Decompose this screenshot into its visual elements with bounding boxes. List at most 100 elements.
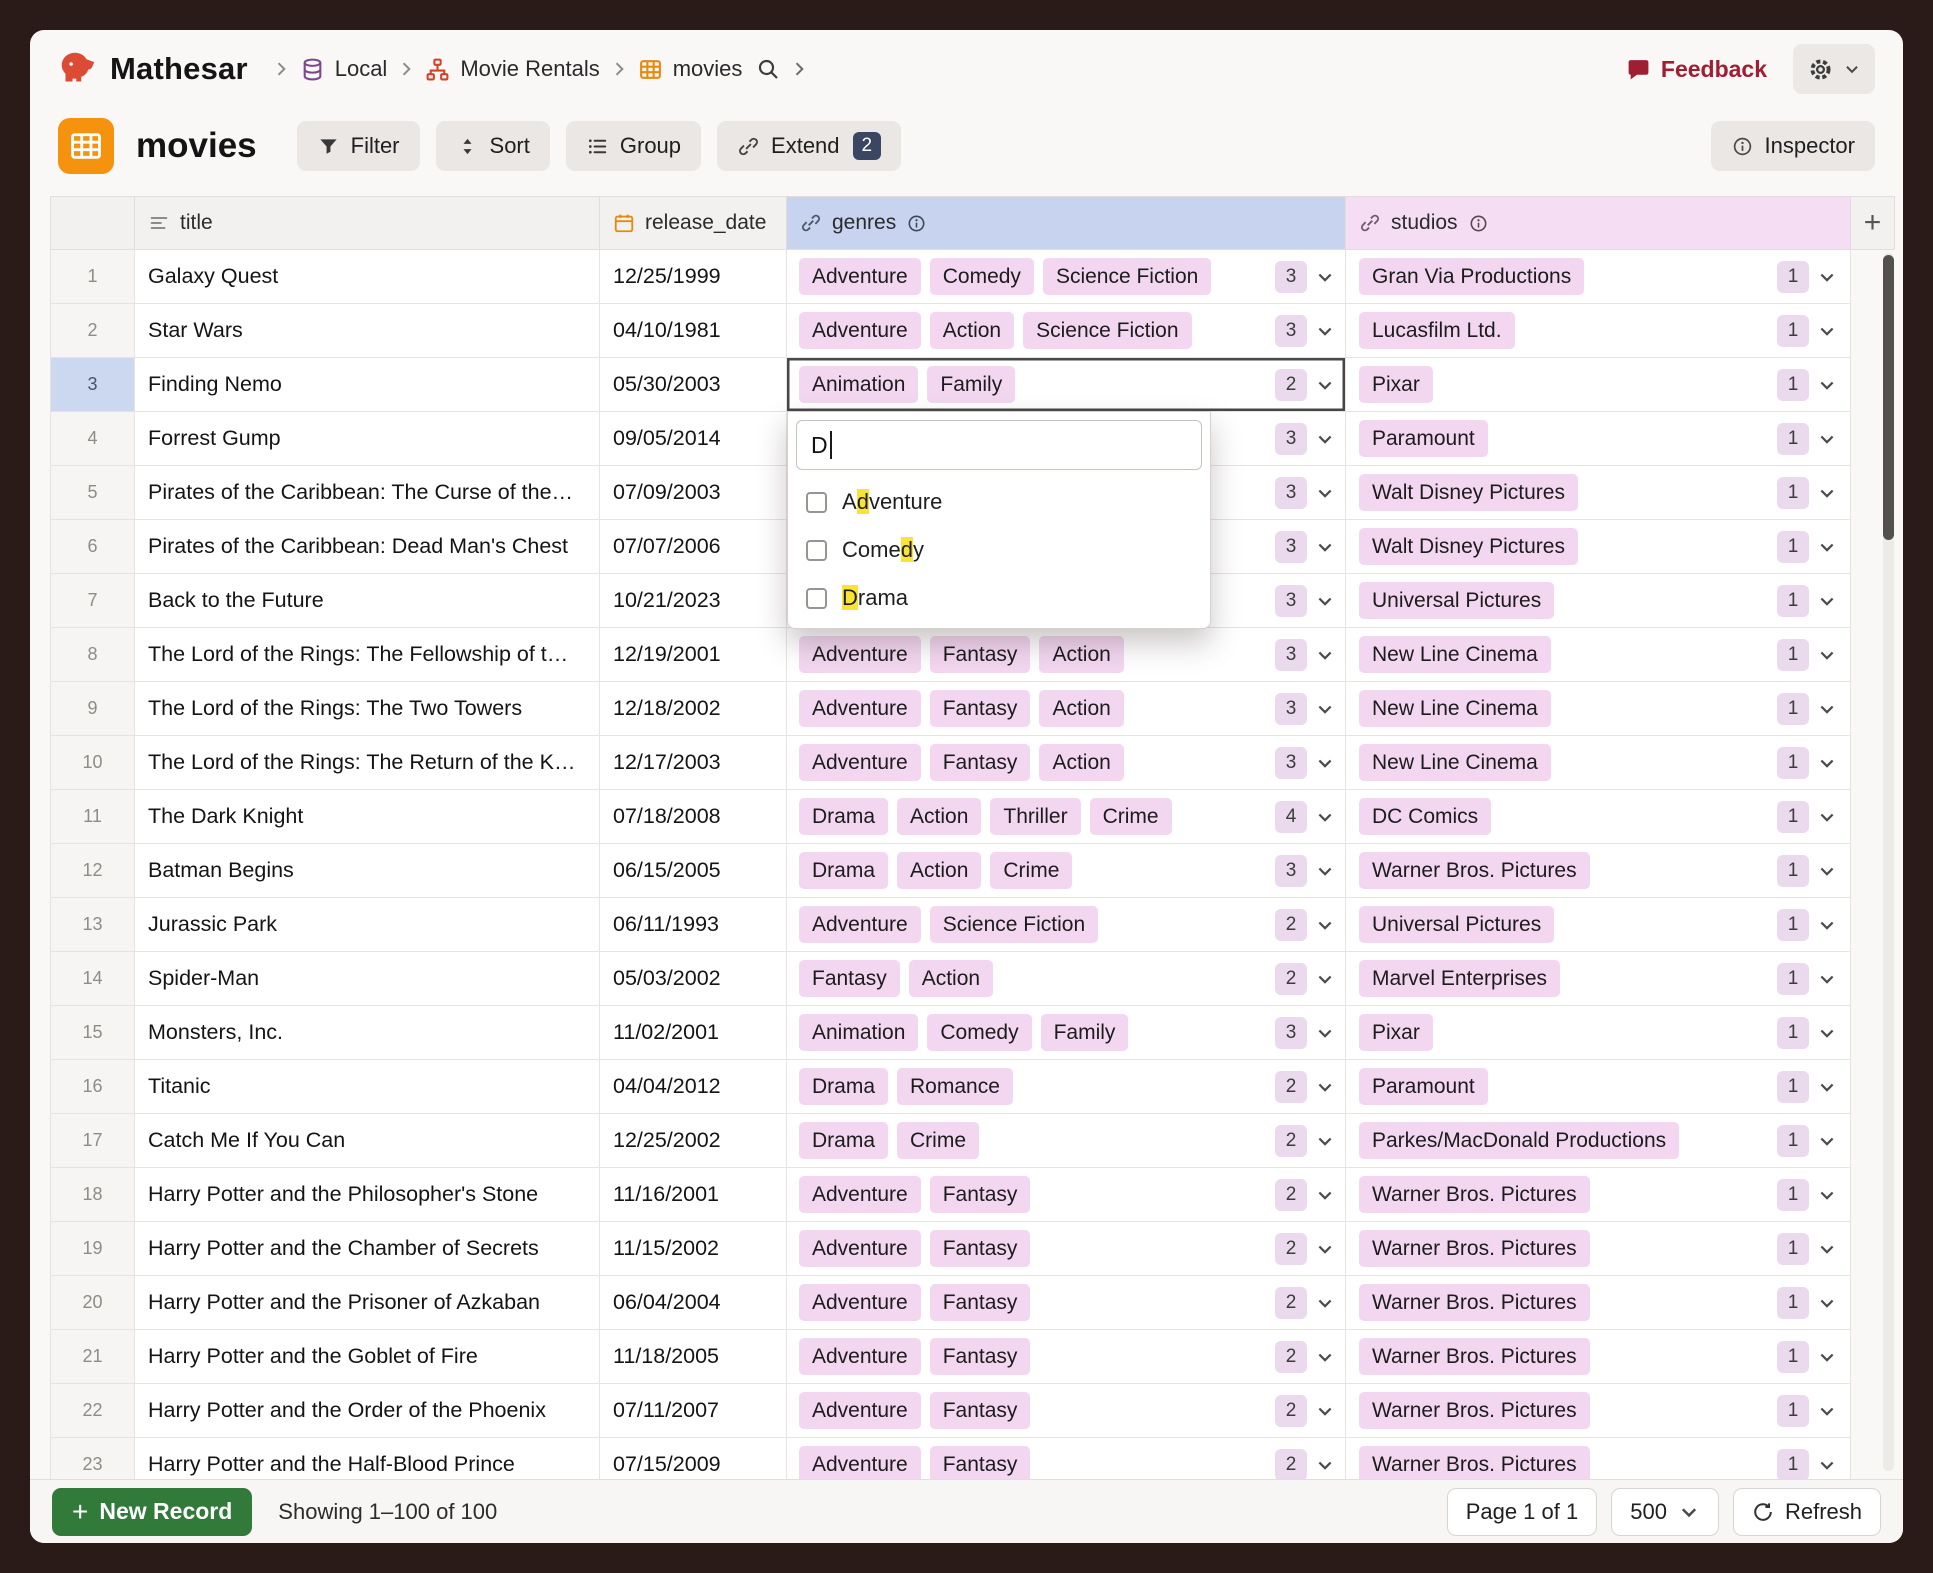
chevron-down-icon[interactable] <box>1817 1347 1837 1367</box>
genres-cell[interactable]: AdventureScience Fiction 2 <box>787 898 1346 952</box>
title-cell[interactable]: Harry Potter and the Chamber of Secrets <box>135 1222 600 1276</box>
breadcrumb-table[interactable]: movies <box>638 56 743 82</box>
title-cell[interactable]: The Dark Knight <box>135 790 600 844</box>
title-cell[interactable]: Harry Potter and the Half-Blood Prince <box>135 1438 600 1479</box>
release-date-cell[interactable]: 06/11/1993 <box>600 898 787 952</box>
release-date-cell[interactable]: 05/30/2003 <box>600 358 787 412</box>
title-cell[interactable]: Finding Nemo <box>135 358 600 412</box>
extend-button[interactable]: Extend 2 <box>717 121 901 171</box>
scrollbar-thumb[interactable] <box>1883 255 1894 540</box>
dropdown-option[interactable]: Drama <box>796 574 1202 622</box>
release-date-cell[interactable]: 10/21/2023 <box>600 574 787 628</box>
genres-cell[interactable]: FantasyAction 2 <box>787 952 1346 1006</box>
row-number-cell[interactable]: 20 <box>50 1276 135 1330</box>
chevron-down-icon[interactable] <box>1315 861 1335 881</box>
sort-button[interactable]: Sort <box>436 121 550 171</box>
genres-cell[interactable]: AdventureFantasy 2 <box>787 1168 1346 1222</box>
genres-cell[interactable]: AnimationComedyFamily 3 <box>787 1006 1346 1060</box>
row-number-cell[interactable]: 6 <box>50 520 135 574</box>
row-number-cell[interactable]: 2 <box>50 304 135 358</box>
release-date-cell[interactable]: 12/25/2002 <box>600 1114 787 1168</box>
column-header-genres[interactable]: genres <box>787 196 1346 250</box>
pagination-button[interactable]: Page 1 of 1 <box>1447 1488 1598 1536</box>
release-date-cell[interactable]: 07/07/2006 <box>600 520 787 574</box>
info-icon[interactable] <box>1468 213 1489 234</box>
chevron-right-icon[interactable] <box>789 59 809 79</box>
release-date-cell[interactable]: 07/18/2008 <box>600 790 787 844</box>
row-number-cell[interactable]: 10 <box>50 736 135 790</box>
chevron-down-icon[interactable] <box>1817 429 1837 449</box>
chevron-down-icon[interactable] <box>1315 321 1335 341</box>
new-record-button[interactable]: + New Record <box>52 1488 252 1536</box>
release-date-cell[interactable]: 04/04/2012 <box>600 1060 787 1114</box>
column-header-release-date[interactable]: release_date <box>600 196 787 250</box>
chevron-down-icon[interactable] <box>1817 591 1837 611</box>
row-number-cell[interactable]: 5 <box>50 466 135 520</box>
chevron-down-icon[interactable] <box>1315 1293 1335 1313</box>
studios-cell[interactable]: DC Comics 1 <box>1346 790 1851 844</box>
studios-cell[interactable]: Paramount 1 <box>1346 1060 1851 1114</box>
chevron-down-icon[interactable] <box>1817 1077 1837 1097</box>
chevron-down-icon[interactable] <box>1817 915 1837 935</box>
genres-cell[interactable]: DramaActionThrillerCrime 4 <box>787 790 1346 844</box>
checkbox-icon[interactable] <box>806 588 827 609</box>
release-date-cell[interactable]: 11/18/2005 <box>600 1330 787 1384</box>
row-number-cell[interactable]: 7 <box>50 574 135 628</box>
title-cell[interactable]: Galaxy Quest <box>135 250 600 304</box>
column-header-studios[interactable]: studios <box>1346 196 1851 250</box>
chevron-down-icon[interactable] <box>1315 483 1335 503</box>
chevron-down-icon[interactable] <box>1817 1293 1837 1313</box>
genres-cell[interactable]: AdventureActionScience Fiction 3 <box>787 304 1346 358</box>
chevron-down-icon[interactable] <box>1315 1455 1335 1475</box>
chevron-down-icon[interactable] <box>1817 1185 1837 1205</box>
title-cell[interactable]: Star Wars <box>135 304 600 358</box>
title-cell[interactable]: The Lord of the Rings: The Two Towers <box>135 682 600 736</box>
release-date-cell[interactable]: 11/15/2002 <box>600 1222 787 1276</box>
feedback-button[interactable]: Feedback <box>1626 56 1767 83</box>
studios-cell[interactable]: Parkes/MacDonald Productions 1 <box>1346 1114 1851 1168</box>
title-cell[interactable]: Monsters, Inc. <box>135 1006 600 1060</box>
studios-cell[interactable]: Pixar 1 <box>1346 358 1851 412</box>
release-date-cell[interactable]: 11/02/2001 <box>600 1006 787 1060</box>
studios-cell[interactable]: Warner Bros. Pictures 1 <box>1346 1330 1851 1384</box>
release-date-cell[interactable]: 11/16/2001 <box>600 1168 787 1222</box>
studios-cell[interactable]: Gran Via Productions 1 <box>1346 250 1851 304</box>
filter-button[interactable]: Filter <box>297 121 420 171</box>
chevron-down-icon[interactable] <box>1817 645 1837 665</box>
chevron-down-icon[interactable] <box>1817 267 1837 287</box>
chevron-down-icon[interactable] <box>1817 537 1837 557</box>
genres-cell[interactable]: AdventureFantasy 2 <box>787 1222 1346 1276</box>
chevron-down-icon[interactable] <box>1315 375 1335 395</box>
release-date-cell[interactable]: 12/19/2001 <box>600 628 787 682</box>
studios-cell[interactable]: Warner Bros. Pictures 1 <box>1346 1384 1851 1438</box>
studios-cell[interactable]: Warner Bros. Pictures 1 <box>1346 1222 1851 1276</box>
row-number-cell[interactable]: 9 <box>50 682 135 736</box>
chevron-down-icon[interactable] <box>1817 321 1837 341</box>
title-cell[interactable]: Harry Potter and the Prisoner of Azkaban <box>135 1276 600 1330</box>
title-cell[interactable]: The Lord of the Rings: The Return of the… <box>135 736 600 790</box>
title-cell[interactable]: Titanic <box>135 1060 600 1114</box>
chevron-down-icon[interactable] <box>1315 591 1335 611</box>
chevron-down-icon[interactable] <box>1315 267 1335 287</box>
release-date-cell[interactable]: 09/05/2014 <box>600 412 787 466</box>
row-number-cell[interactable]: 3 <box>50 358 135 412</box>
studios-cell[interactable]: Pixar 1 <box>1346 1006 1851 1060</box>
breadcrumb-database[interactable]: Local <box>300 56 388 82</box>
title-cell[interactable]: Forrest Gump <box>135 412 600 466</box>
chevron-down-icon[interactable] <box>1817 1023 1837 1043</box>
dropdown-option[interactable]: Adventure <box>796 478 1202 526</box>
studios-cell[interactable]: New Line Cinema 1 <box>1346 736 1851 790</box>
studios-cell[interactable]: Universal Pictures 1 <box>1346 574 1851 628</box>
chevron-down-icon[interactable] <box>1315 699 1335 719</box>
studios-cell[interactable]: Warner Bros. Pictures 1 <box>1346 1168 1851 1222</box>
chevron-down-icon[interactable] <box>1817 375 1837 395</box>
genres-cell[interactable]: AnimationFamily 2 <box>787 358 1346 412</box>
chevron-down-icon[interactable] <box>1817 969 1837 989</box>
chevron-down-icon[interactable] <box>1817 753 1837 773</box>
title-cell[interactable]: Harry Potter and the Philosopher's Stone <box>135 1168 600 1222</box>
release-date-cell[interactable]: 05/03/2002 <box>600 952 787 1006</box>
refresh-button[interactable]: Refresh <box>1733 1488 1881 1536</box>
studios-cell[interactable]: Warner Bros. Pictures 1 <box>1346 844 1851 898</box>
row-number-cell[interactable]: 13 <box>50 898 135 952</box>
chevron-down-icon[interactable] <box>1817 807 1837 827</box>
